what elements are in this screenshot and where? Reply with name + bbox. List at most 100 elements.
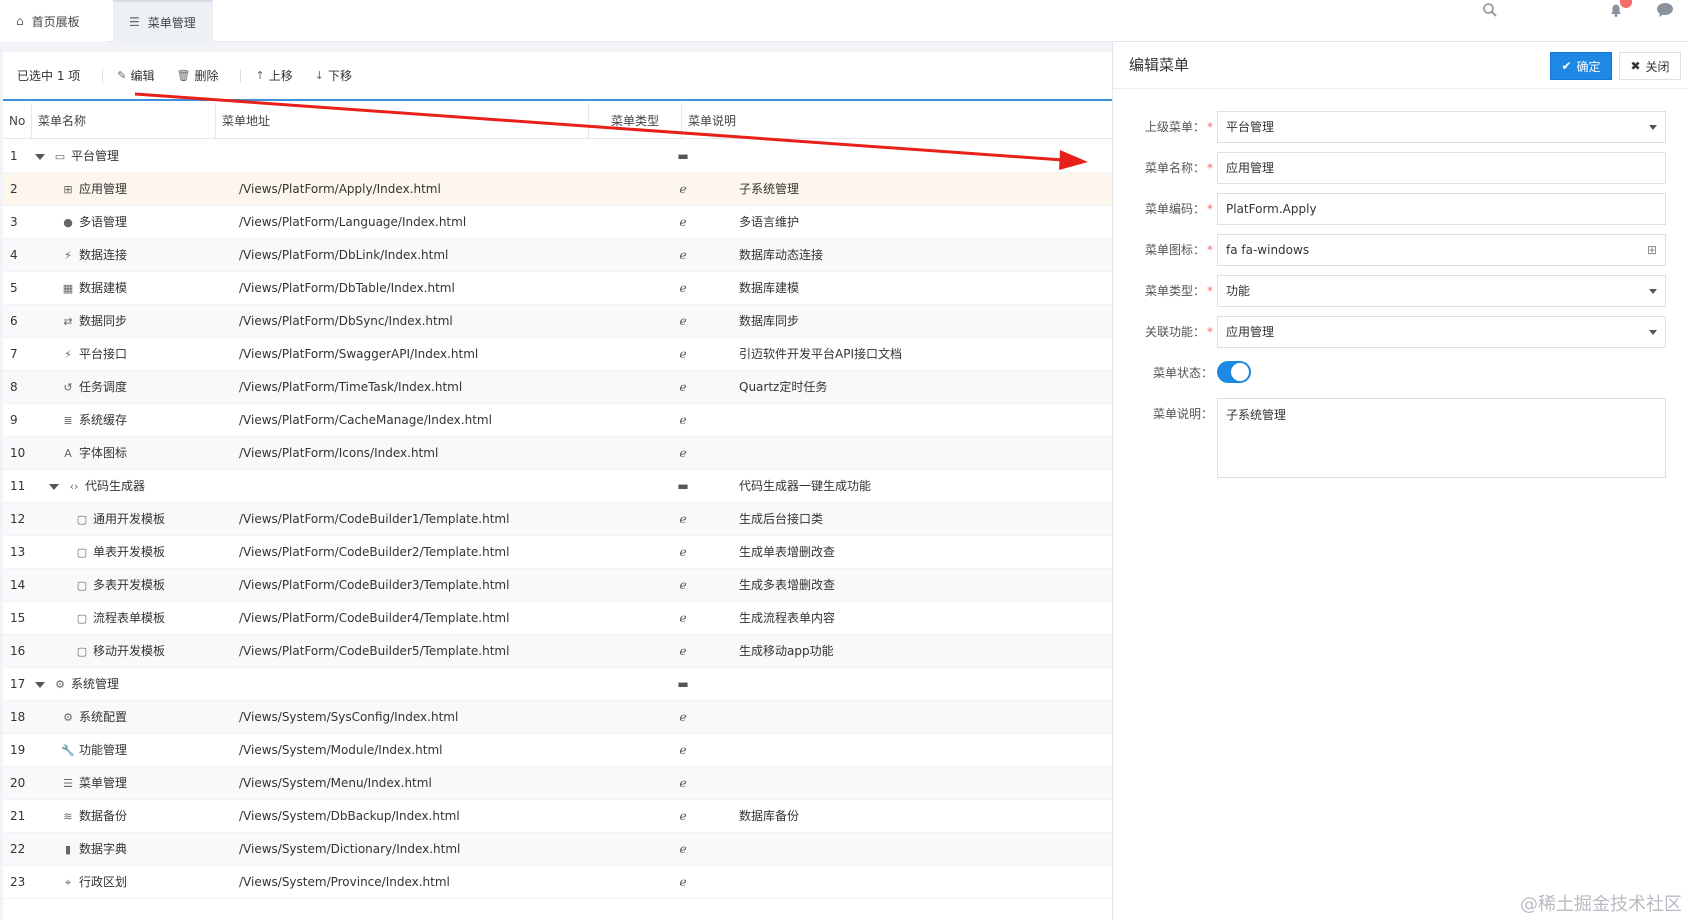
row-number: 15 (10, 611, 26, 625)
menu-name-label: 字体图标 (79, 446, 128, 460)
table-row[interactable]: 23 ⌖ 行政区划/Views/System/Province/Index.html… (3, 866, 1112, 899)
expand-caret-icon[interactable] (35, 681, 45, 688)
field-label: 上级菜单： * (1144, 120, 1213, 134)
sync-icon: ⇄ (63, 315, 73, 328)
linked-function-select[interactable]: 应用管理 (1217, 316, 1666, 348)
col-type[interactable]: 菜单类型 (589, 103, 682, 139)
menu-name-label: 多语管理 (79, 215, 128, 229)
field-menu-type: 菜单类型： * 功能 (1113, 275, 1688, 307)
search-icon[interactable] (1482, 2, 1498, 22)
book-icon: ▮ (64, 843, 72, 856)
menu-description-textarea[interactable]: 子系统管理 (1217, 398, 1666, 478)
row-number: 2 (10, 182, 18, 196)
col-url[interactable]: 菜单地址 (216, 103, 589, 139)
select-value: 平台管理 (1226, 120, 1275, 134)
table-row[interactable]: 5 ▦ 数据建模/Views/PlatForm/DbTable/Index.html… (3, 272, 1112, 305)
edit-button[interactable]: ✎ 编辑 (117, 67, 154, 84)
page-icon: ℯ (679, 776, 687, 790)
confirm-button[interactable]: ✔ 确定 (1550, 52, 1612, 80)
row-number: 4 (10, 248, 18, 262)
menu-icon-input[interactable]: fa fa-windows ⊞ (1217, 234, 1666, 266)
menu-name-label: 数据同步 (79, 314, 128, 328)
row-number: 13 (10, 545, 26, 559)
menu-name-label: 数据备份 (79, 809, 128, 823)
gear-icon: ⚙ (55, 678, 65, 691)
menu-name-cell: ≋ 数据备份 (35, 800, 229, 833)
table-row[interactable]: 6 ⇄ 数据同步/Views/PlatForm/DbSync/Index.html ℯ… (3, 305, 1112, 338)
notification-badge (1620, 0, 1632, 8)
menu-desc-cell (739, 734, 1099, 767)
page-icon: ℯ (679, 413, 687, 427)
map-marker-icon: ⌖ (64, 876, 72, 889)
field-label: 菜单类型： * (1144, 284, 1213, 298)
menu-name-cell: ‹› 代码生成器 (35, 470, 229, 503)
col-name[interactable]: 菜单名称 (32, 103, 216, 139)
table-row[interactable]: 1 ▭ 平台管理 ▬ (3, 140, 1112, 173)
menu-code-input[interactable]: PlatForm.Apply (1217, 193, 1666, 225)
menu-list-area: 已选中 1 项 ✎ 编辑 🗑 删除 ↑ 上移 ↓ 下移 No 菜单名称 菜单地址 菜单类… (0, 42, 1112, 920)
move-up-button[interactable]: ↑ 上移 (255, 67, 292, 84)
menu-name-label: 平台接口 (79, 347, 128, 361)
menu-name-cell: ▢ 通用开发模板 (35, 503, 229, 536)
table-row[interactable]: 21 ≋ 数据备份/Views/System/DbBackup/Index.html… (3, 800, 1112, 833)
table-row[interactable]: 18 ⚙ 系统配置/Views/System/SysConfig/Index.htm… (3, 701, 1112, 734)
table-row[interactable]: 2 ⊞ 应用管理/Views/PlatForm/Apply/Index.html ℯ 子… (3, 173, 1112, 206)
menu-name-cell: ▭ 平台管理 (35, 140, 229, 173)
row-number: 23 (10, 875, 26, 889)
table-row[interactable]: 22 ▮ 数据字典/Views/System/Dictionary/Index.ht… (3, 833, 1112, 866)
expand-caret-icon[interactable] (35, 153, 45, 160)
table-row[interactable]: 10 A 字体图标/Views/PlatForm/Icons/Index.html ℯ (3, 437, 1112, 470)
menu-name-cell: ▦ 数据建模 (35, 272, 229, 305)
menu-name-cell: ⚙ 系统管理 (35, 668, 229, 701)
table-row[interactable]: 19 🔧 功能管理/Views/System/Module/Index.html ℯ (3, 734, 1112, 767)
menu-name-label: 应用管理 (79, 182, 128, 196)
chevron-down-icon (1649, 289, 1657, 294)
row-number: 22 (10, 842, 26, 856)
database-icon: ≋ (63, 810, 73, 823)
menu-desc-cell: 生成后台接口类 (739, 512, 824, 526)
table-row[interactable]: 11 ‹› 代码生成器 ▬ 代码生成器一键生成功能 (3, 470, 1112, 503)
menu-url-cell: /Views/PlatForm/CodeBuilder3/Template.ht… (239, 578, 510, 592)
field-menu-name: 菜单名称： * 应用管理 (1113, 152, 1688, 184)
menu-name-input[interactable]: 应用管理 (1217, 152, 1666, 184)
menu-desc-cell: 生成移动app功能 (739, 644, 834, 658)
table-row[interactable]: 15 ▢ 流程表单模板/Views/PlatForm/CodeBuilder4/Te… (3, 602, 1112, 635)
tab-menu-management[interactable]: ☰ 菜单管理 (113, 0, 213, 42)
table-row[interactable]: 7 ⚡ 平台接口/Views/PlatForm/SwaggerAPI/Index.h… (3, 338, 1112, 371)
row-number: 20 (10, 776, 26, 790)
chat-icon[interactable] (1656, 2, 1674, 22)
expand-caret-icon[interactable] (49, 483, 59, 490)
menu-status-toggle[interactable] (1217, 361, 1251, 383)
selection-count: 已选中 1 项 (17, 69, 81, 83)
chevron-down-icon (1649, 125, 1657, 130)
file-icon: ▢ (76, 579, 88, 592)
tab-home-dashboard[interactable]: ⌂ 首页展板 (0, 0, 106, 42)
close-button[interactable]: ✖ 关闭 (1619, 52, 1681, 80)
row-number: 8 (10, 380, 18, 394)
field-label: 菜单图标： * (1144, 243, 1213, 257)
menu-desc-cell: 数据库同步 (739, 314, 800, 328)
table-row[interactable]: 4 ⚡ 数据连接/Views/PlatForm/DbLink/Index.html ℯ… (3, 239, 1112, 272)
table-row[interactable]: 12 ▢ 通用开发模板/Views/PlatForm/CodeBuilder1/Te… (3, 503, 1112, 536)
table-row[interactable]: 16 ▢ 移动开发模板/Views/PlatForm/CodeBuilder5/Te… (3, 635, 1112, 668)
menu-name-label: 数据连接 (79, 248, 128, 262)
row-number: 19 (10, 743, 26, 757)
menu-list-panel: 已选中 1 项 ✎ 编辑 🗑 删除 ↑ 上移 ↓ 下移 No 菜单名称 菜单地址 菜单类… (3, 52, 1112, 920)
delete-button[interactable]: 🗑 删除 (177, 67, 219, 84)
menu-name-label: 平台管理 (71, 149, 120, 163)
menu-type-select[interactable]: 功能 (1217, 275, 1666, 307)
table-row[interactable]: 14 ▢ 多表开发模板/Views/PlatForm/CodeBuilder3/Te… (3, 569, 1112, 602)
move-down-button[interactable]: ↓ 下移 (315, 67, 352, 84)
col-no[interactable]: No (3, 103, 32, 139)
row-number: 21 (10, 809, 26, 823)
table-row[interactable]: 9 ≣ 系统缓存/Views/PlatForm/CacheManage/Index.… (3, 404, 1112, 437)
page-icon: ℯ (679, 743, 687, 757)
col-desc[interactable]: 菜单说明 (682, 103, 1112, 139)
table-row[interactable]: 8 ↺ 任务调度/Views/PlatForm/TimeTask/Index.htm… (3, 371, 1112, 404)
table-row[interactable]: 13 ▢ 单表开发模板/Views/PlatForm/CodeBuilder2/Te… (3, 536, 1112, 569)
windows-icon[interactable]: ⊞ (1647, 235, 1657, 265)
table-row[interactable]: 20 ☰ 菜单管理/Views/System/Menu/Index.html ℯ (3, 767, 1112, 800)
parent-menu-select[interactable]: 平台管理 (1217, 111, 1666, 143)
table-row[interactable]: 3 ● 多语管理/Views/PlatForm/Language/Index.htm… (3, 206, 1112, 239)
table-row[interactable]: 17 ⚙ 系统管理 ▬ (3, 668, 1112, 701)
